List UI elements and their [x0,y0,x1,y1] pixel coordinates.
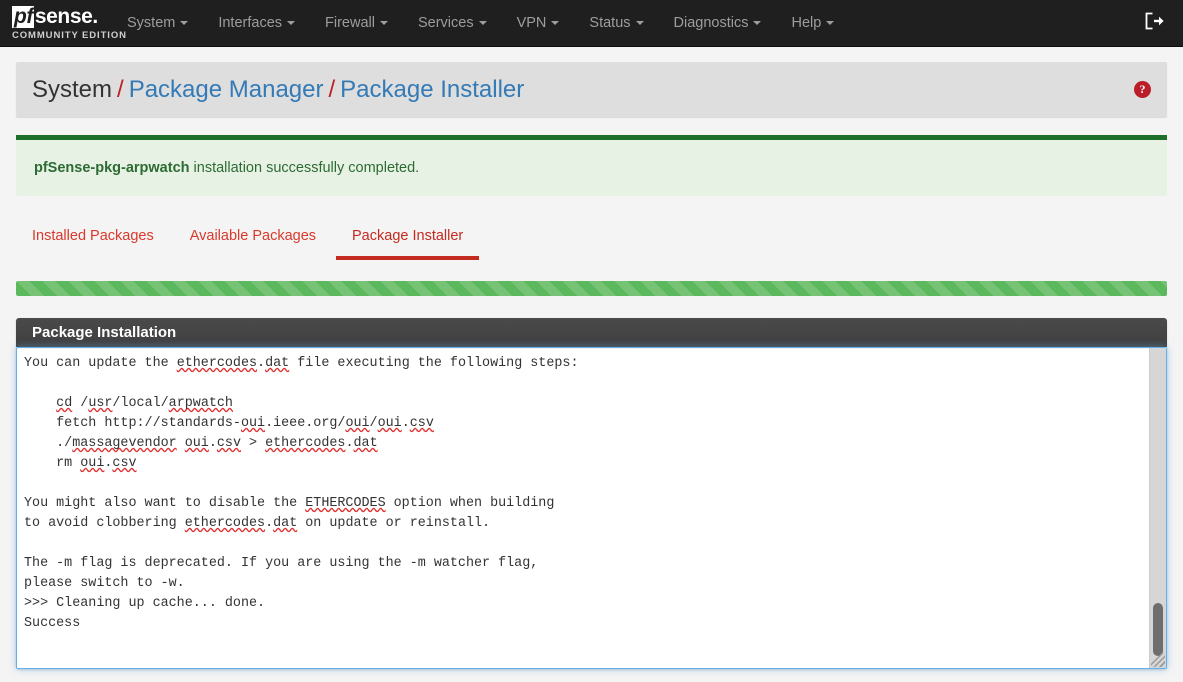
tab-available-packages[interactable]: Available Packages [174,218,332,260]
nav-item-status[interactable]: Status [574,0,658,46]
nav-item-status-label: Status [589,15,631,31]
question-circle-icon: ? [1134,81,1151,98]
chevron-down-icon [753,21,762,25]
breadcrumb-link-package-manager[interactable]: Package Manager [129,76,324,103]
success-alert: pfSense-pkg-arpwatch installation succes… [16,135,1167,196]
breadcrumb: System / Package Manager / Package Installer [32,76,524,104]
chevron-down-icon [478,21,487,25]
brand-logo-row: pf sense. [12,5,112,29]
console-scrollbar-thumb[interactable] [1153,603,1163,656]
console-output-textarea[interactable]: -- You can update the ethercodes.dat fil… [16,347,1167,669]
nav-item-vpn[interactable]: VPN [502,0,575,46]
help-button[interactable]: ? [1134,81,1151,98]
console-output-text: -- You can update the ethercodes.dat fil… [24,348,579,631]
nav-item-firewall[interactable]: Firewall [310,0,403,46]
install-progress-bar [16,281,1167,296]
panel-title: Package Installation [16,318,1167,347]
brand-edition-label: COMMUNITY EDITION [12,30,127,41]
nav-item-vpn-label: VPN [516,15,547,31]
chevron-down-icon [287,21,296,25]
install-progress-track [16,281,1167,296]
console-scrollbar[interactable] [1149,348,1166,668]
nav-item-interfaces[interactable]: Interfaces [203,0,310,46]
chevron-down-icon [180,21,189,25]
navbar-right [1145,0,1183,46]
nav-item-services-label: Services [417,15,474,31]
breadcrumb-root: System [32,75,113,103]
tab-package-installer[interactable]: Package Installer [336,218,480,260]
nav-item-system[interactable]: System [112,0,203,46]
top-navbar: pf sense. COMMUNITY EDITION System Interf… [0,0,1183,47]
chevron-down-icon [551,21,560,25]
nav-item-diagnostics-label: Diagnostics [673,15,749,31]
nav-item-diagnostics[interactable]: Diagnostics [659,0,777,46]
brand-dot: . [92,5,99,28]
nav-item-services[interactable]: Services [403,0,502,46]
nav-item-system-label: System [127,15,176,31]
tab-installed-packages[interactable]: Installed Packages [16,218,170,260]
nav-item-interfaces-label: Interfaces [218,15,283,31]
brand-pf-mark: pf [12,5,34,28]
page-content: System / Package Manager / Package Installer… [0,62,1183,669]
alert-message: installation successfully completed. [189,160,420,176]
alert-package-name: pfSense-pkg-arpwatch [34,160,190,176]
panel-body: -- You can update the ethercodes.dat fil… [16,347,1167,669]
breadcrumb-separator: / [328,75,336,103]
nav-item-help[interactable]: Help [776,0,849,46]
breadcrumb-header: System / Package Manager / Package Installer… [16,62,1167,117]
package-installation-panel: Package Installation -- You can update t… [16,318,1167,669]
breadcrumb-link-package-installer[interactable]: Package Installer [340,76,524,103]
nav-item-help-label: Help [791,15,822,31]
textarea-resize-handle[interactable] [1151,653,1165,667]
sign-out-icon[interactable] [1145,12,1165,35]
breadcrumb-separator: / [117,75,124,103]
pfsense-logo[interactable]: pf sense. COMMUNITY EDITION [0,0,127,46]
chevron-down-icon [635,21,644,25]
chevron-down-icon [826,21,835,25]
brand-sense-text: sense [34,5,93,28]
chevron-down-icon [379,21,388,25]
nav-item-firewall-label: Firewall [325,15,375,31]
tab-bar: Installed Packages Available Packages Pa… [16,216,1167,260]
navbar-menu: System Interfaces Firewall Services VPN … [112,0,1145,46]
